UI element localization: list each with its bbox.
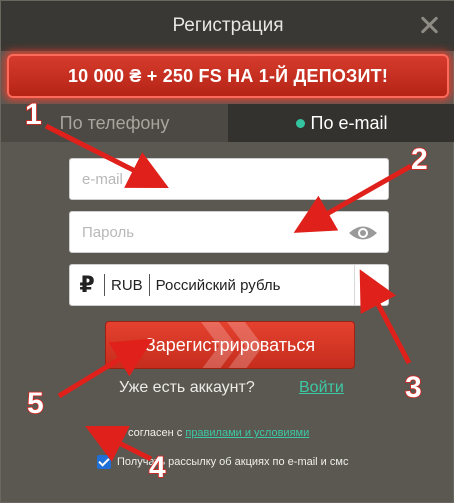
currency-select[interactable]: ₽ RUB Российский рубль: [69, 264, 389, 306]
newsletter-checkbox[interactable]: [97, 455, 111, 469]
annotation-number: 2: [411, 143, 428, 176]
newsletter-label: Получать рассылку об акциях по e-mail и …: [117, 456, 349, 468]
tab-phone[interactable]: По телефону: [1, 104, 228, 142]
login-prompt: Уже есть аккаунт?: [119, 379, 255, 396]
login-link[interactable]: Войти: [299, 379, 344, 397]
annotation-number: 5: [27, 387, 44, 420]
chevron-down-icon: [366, 282, 377, 288]
close-icon[interactable]: [417, 13, 441, 37]
promo-text: 10 000 ₴ + 250 FS НА 1-Й ДЕПОЗИТ!: [67, 65, 389, 86]
register-button[interactable]: Зарегистрироваться: [105, 321, 355, 369]
register-button-label: Зарегистрироваться: [144, 334, 316, 355]
tab-email[interactable]: По e-mail: [228, 104, 454, 142]
modal-header: Регистрация: [1, 1, 454, 51]
tab-phone-label: По телефону: [59, 112, 170, 133]
promo-banner: 10 000 ₴ + 250 FS НА 1-Й ДЕПОЗИТ!: [7, 54, 449, 98]
password-field-wrapper: [69, 211, 389, 253]
registration-tabs: По телефону По e-mail: [1, 104, 454, 142]
currency-code: RUB: [111, 276, 143, 294]
active-tab-dot: [295, 118, 305, 128]
annotation-number: 3: [405, 371, 422, 404]
ruble-icon: ₽: [79, 272, 95, 297]
terms-label: Я согласен с правилами и условиями: [117, 426, 309, 441]
terms-prefix: Я согласен с: [117, 427, 186, 439]
password-field[interactable]: [70, 212, 388, 252]
tab-email-label: По e-mail: [310, 112, 388, 133]
registration-modal: Регистрация 10 000 ₴ + 250 FS НА 1-Й ДЕП…: [0, 0, 454, 503]
terms-checkbox[interactable]: [97, 426, 111, 440]
currency-dropdown-button[interactable]: [354, 265, 388, 305]
email-field[interactable]: [70, 159, 388, 199]
terms-link[interactable]: правилами и условиями: [185, 427, 309, 439]
email-field-wrapper: [69, 158, 389, 200]
eye-icon[interactable]: [348, 224, 378, 242]
modal-title: Регистрация: [172, 15, 284, 36]
currency-name: Российский рубль: [155, 276, 281, 294]
